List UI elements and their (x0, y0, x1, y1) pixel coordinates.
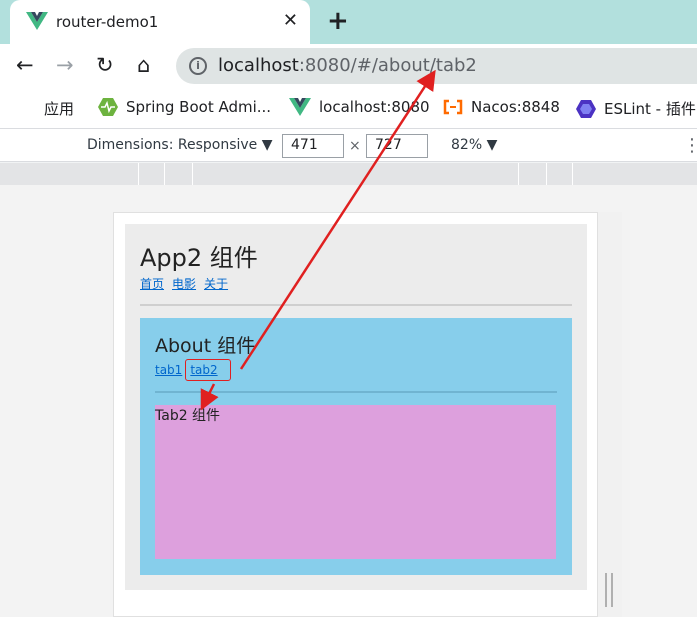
vue-icon (26, 12, 48, 30)
app2-nav: 首页 电影 关于 (140, 275, 236, 292)
browser-tab[interactable]: router-demo1 ✕ (10, 0, 310, 44)
bookmark-nacos[interactable]: Nacos:8848 (443, 98, 560, 116)
reload-icon[interactable]: ↻ (96, 53, 114, 77)
ruler-divider (192, 163, 193, 185)
tab-strip: router-demo1 ✕ + (0, 0, 697, 44)
device-viewport: App2 组件 首页 电影 关于 About 组件 tab1 tab2 Tab2 组件 (0, 185, 697, 617)
nav-link-home[interactable]: 首页 (140, 277, 164, 291)
bookmark-eslint[interactable]: ESLint - 插件 (576, 98, 696, 119)
bookmarks-bar: 应用 Spring Boot Admi... localhost:8080 Na… (0, 88, 697, 128)
eslint-icon (576, 99, 596, 118)
tab-title: router-demo1 (56, 13, 159, 31)
url-path: :8080/#/about/tab2 (298, 55, 477, 76)
width-input[interactable]: 471 (282, 134, 344, 158)
resize-handle[interactable] (605, 573, 613, 607)
alibaba-cloud-icon (443, 99, 463, 115)
apps-grid-icon (18, 100, 36, 118)
ruler-divider (138, 163, 139, 185)
about-container: About 组件 tab1 tab2 Tab2 组件 (140, 318, 572, 575)
bookmark-spring-boot-admin[interactable]: Spring Boot Admi... (98, 98, 271, 116)
bookmark-label: ESLint - 插件 (604, 100, 696, 118)
divider (155, 391, 557, 393)
app2-container: App2 组件 首页 电影 关于 About 组件 tab1 tab2 Tab2 组件 (125, 224, 587, 590)
nav-link-about[interactable]: 关于 (204, 277, 228, 291)
url-host: localhost (218, 55, 299, 76)
home-icon[interactable]: ⌂ (137, 53, 150, 77)
bookmark-apps[interactable]: 应用 (18, 98, 74, 119)
back-icon[interactable]: ← (16, 53, 34, 77)
forward-icon[interactable]: → (56, 53, 74, 77)
nav-link-tab1[interactable]: tab1 (155, 363, 182, 377)
ruler-divider (518, 163, 519, 185)
bookmark-label: Spring Boot Admi... (126, 98, 272, 116)
close-icon[interactable]: ✕ (283, 10, 298, 31)
annotation-highlight-box (185, 359, 231, 381)
zoom-dropdown[interactable]: 82% ▼ (451, 137, 497, 153)
dimensions-dropdown[interactable]: Dimensions: Responsive ▼ (87, 137, 273, 153)
divider (140, 304, 572, 306)
more-options-icon[interactable]: ⋮ (683, 135, 697, 156)
tab2-text: Tab2 组件 (155, 408, 221, 424)
ruler-divider (164, 163, 165, 185)
bookmark-label: 应用 (44, 100, 75, 118)
ruler-divider (572, 163, 573, 185)
tab2-container: Tab2 组件 (155, 405, 556, 559)
height-input[interactable]: 727 (366, 134, 428, 158)
heartbeat-icon (98, 98, 118, 116)
address-bar[interactable]: i localhost:8080/#/about/tab2 (176, 48, 697, 84)
vue-icon (289, 98, 311, 116)
about-title: About 组件 (155, 335, 256, 357)
ruler-divider (546, 163, 547, 185)
nav-link-movies[interactable]: 电影 (172, 277, 196, 291)
bookmark-label: localhost:8080 (319, 98, 430, 116)
info-icon[interactable]: i (189, 57, 207, 75)
new-tab-button[interactable]: + (327, 7, 349, 35)
bookmark-label: Nacos:8848 (471, 98, 560, 116)
app2-title: App2 组件 (140, 244, 258, 272)
browser-toolbar: ← → ↻ ⌂ i localhost:8080/#/about/tab2 (0, 44, 697, 88)
bookmark-localhost[interactable]: localhost:8080 (289, 98, 430, 116)
viewport-gutter (598, 212, 622, 617)
url-text[interactable]: localhost:8080/#/about/tab2 (218, 55, 477, 76)
device-toolbar: Dimensions: Responsive ▼ 471 × 727 82% ▼… (0, 128, 697, 162)
page-frame: App2 组件 首页 电影 关于 About 组件 tab1 tab2 Tab2 组件 (113, 212, 598, 617)
media-query-ruler[interactable] (0, 163, 697, 185)
times-sign: × (349, 138, 361, 154)
